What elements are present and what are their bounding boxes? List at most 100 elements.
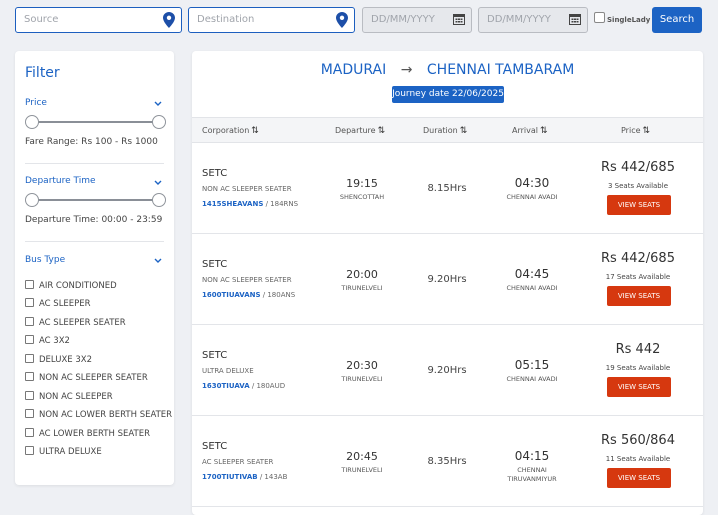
chevron-down-icon[interactable] [154,180,162,186]
checkbox[interactable] [25,280,34,289]
route-to: CHENNAI TAMBARAM [426,62,575,78]
checkbox[interactable] [25,409,34,418]
header-price[interactable]: Price ⇅ [621,126,650,136]
bus-type-option[interactable]: ULTRA DELUXE [25,446,102,458]
bus-type-option[interactable]: AC 3X2 [25,335,70,347]
header-duration[interactable]: Duration ⇅ [423,126,467,136]
price-max-handle[interactable] [152,115,166,129]
sort-icon[interactable]: ⇅ [540,126,548,136]
destination-input[interactable]: Destination [188,7,355,33]
location-pin-icon [336,12,348,28]
option-label: DELUXE 3X2 [39,355,92,365]
checkbox[interactable] [25,391,34,400]
bus-type-option[interactable]: NON AC SLEEPER [25,391,113,403]
service-code-suffix: / 180ANS [260,291,296,299]
departure-time: 20:00 [346,268,378,281]
filter-title: Filter [25,65,60,81]
service-code: 1630TIUAVA / 180AUD [202,382,285,390]
single-lady-checkbox[interactable] [594,12,605,23]
bus-type: NON AC SLEEPER SEATER [202,185,292,193]
results-panel: MADURAI → CHENNAI TAMBARAM Journey date … [192,51,703,515]
service-code-suffix: / 184RNS [263,200,299,208]
bus-type-option[interactable]: AC LOWER BERTH SEATER [25,428,150,440]
bus-type: NON AC SLEEPER SEATER [202,276,292,284]
bus-type-filter-title[interactable]: Bus Type [25,255,65,265]
arrow-right-icon: → [400,62,413,78]
checkbox[interactable] [25,446,34,455]
price-min-handle[interactable] [25,115,39,129]
checkbox[interactable] [25,317,34,326]
arrival-place: CHENNAI AVADI [506,375,558,383]
sort-icon[interactable]: ⇅ [460,126,468,136]
journey-date-input[interactable]: DD/MM/YYYY [362,7,472,33]
view-seats-button[interactable]: VIEW SEATS [607,195,671,215]
view-seats-button[interactable]: VIEW SEATS [607,468,671,488]
departure-max-handle[interactable] [152,193,166,207]
seats-available: 3 Seats Available [607,182,669,190]
seats-available: 19 Seats Available [605,364,671,372]
table-header: Corporation ⇅ Departure ⇅ Duration ⇅ Arriva… [192,117,703,143]
service-code-link[interactable]: 1630TIUAVA [202,382,250,390]
service-code: 1415SHEAVANS / 184RNS [202,200,298,208]
destination-placeholder: Destination [197,14,255,25]
seats-available: 11 Seats Available [605,455,671,463]
bus-type-option[interactable]: DELUXE 3X2 [25,354,92,366]
sort-icon[interactable]: ⇅ [643,126,651,136]
header-label: Arrival [512,126,538,135]
header-arrival[interactable]: Arrival ⇅ [512,126,548,136]
corporation-name: SETC [202,168,228,179]
checkbox[interactable] [25,354,34,363]
departure-place: TIRUNELVELI [341,466,383,474]
header-label: Departure [335,126,376,135]
view-seats-button[interactable]: VIEW SEATS [607,377,671,397]
bus-type-option[interactable]: NON AC SLEEPER SEATER [25,372,148,384]
sort-icon[interactable]: ⇅ [251,126,259,136]
bus-type-option[interactable]: NON AC LOWER BERTH SEATER [25,409,172,421]
divider [25,241,164,242]
chevron-down-icon[interactable] [154,258,162,264]
bus-type-option[interactable]: AC SLEEPER SEATER [25,317,126,329]
seats-available: 17 Seats Available [605,273,671,281]
bus-type: AC SLEEPER SEATER [202,458,274,466]
route-heading: MADURAI → CHENNAI TAMBARAM [192,62,703,78]
departure-place: SHENCOTTAH [339,193,385,201]
price-filter-title[interactable]: Price [25,98,47,108]
bus-type-option[interactable]: AC SLEEPER [25,298,91,310]
fare: Rs 560/864 [601,433,675,448]
departure-min-handle[interactable] [25,193,39,207]
header-label: Corporation [202,126,250,135]
checkbox[interactable] [25,372,34,381]
service-code: 1700TIUTIVAB / 143AB [202,473,287,481]
header-corporation[interactable]: Corporation ⇅ [202,126,259,136]
table-row: SETC AC SLEEPER SEATER 1700TIUTIVAB / 14… [192,416,703,507]
service-code-link[interactable]: 1415SHEAVANS [202,200,263,208]
corporation-name: SETC [202,350,228,361]
checkbox[interactable] [25,298,34,307]
return-date-input[interactable]: DD/MM/YYYY [478,7,588,33]
date-placeholder: DD/MM/YYYY [487,14,551,25]
search-button[interactable]: Search [652,7,702,33]
view-seats-button[interactable]: VIEW SEATS [607,286,671,306]
departure-filter-title[interactable]: Departure Time [25,176,96,186]
service-code-link[interactable]: 1600TIUAVANS [202,291,261,299]
departure-slider[interactable] [25,193,166,207]
checkbox[interactable] [25,335,34,344]
source-input[interactable]: Source [15,7,182,33]
sort-icon[interactable]: ⇅ [378,126,386,136]
journey-date-badge: Journey date 22/06/2025 [392,86,504,103]
checkbox[interactable] [25,428,34,437]
arrival-time: 04:45 [514,267,550,281]
departure-time: 20:30 [346,359,378,372]
duration: 8.15Hrs [427,183,467,194]
service-code-suffix: / 180AUD [249,382,286,390]
header-departure[interactable]: Departure ⇅ [335,126,385,136]
fare: Rs 442 [615,342,661,357]
duration: 9.20Hrs [427,365,467,376]
route-from: MADURAI [320,62,387,78]
location-pin-icon [163,12,175,28]
departure-place: TIRUNELVELI [341,375,383,383]
price-slider[interactable] [25,115,166,129]
bus-type-option[interactable]: AIR CONDITIONED [25,280,117,292]
chevron-down-icon[interactable] [154,101,162,107]
service-code-link[interactable]: 1700TIUTIVAB [202,473,258,481]
